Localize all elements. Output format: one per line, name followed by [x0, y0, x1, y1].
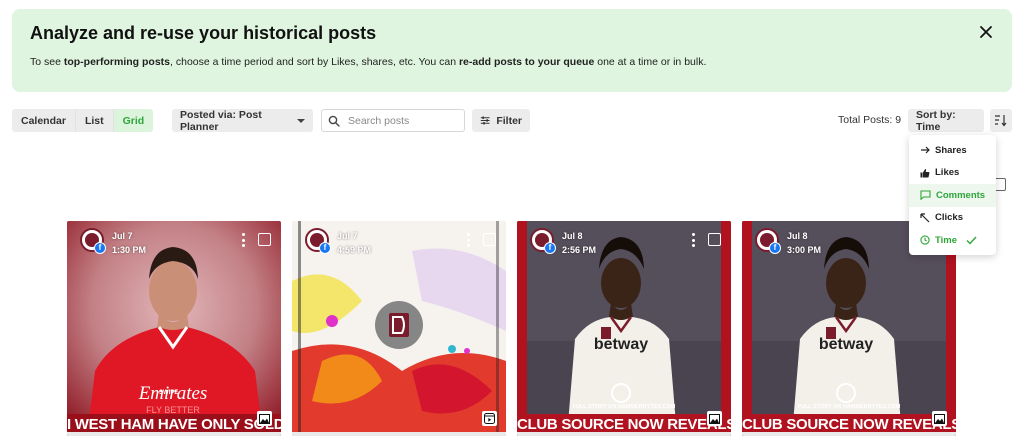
post-header: f Jul 7 4:59 PM: [305, 228, 371, 256]
select-checkbox[interactable]: [708, 233, 721, 246]
search-box: [321, 109, 465, 132]
banner-bold-part: top-performing posts: [63, 56, 171, 68]
sort-option-likes[interactable]: Likes: [909, 162, 996, 185]
post-header: f Jul 8 2:56 PM: [530, 228, 596, 256]
post-date: Jul 7: [112, 231, 133, 241]
facebook-icon: f: [769, 242, 781, 254]
comment-icon: [920, 190, 931, 201]
thumbs-up-icon: [920, 168, 930, 178]
posted-via-label: Posted via: Post Planner: [180, 108, 262, 133]
sort-descending-icon: [995, 115, 1007, 127]
sort-option-label: Clicks: [935, 212, 963, 224]
banner-text-part: , choose a time period and sort by Likes…: [170, 56, 459, 68]
posted-via-dropdown[interactable]: Posted via: Post Planner: [172, 108, 313, 133]
view-switcher: Calendar List Grid: [12, 109, 154, 132]
toolbar: Calendar List Grid Posted via: Post Plan…: [12, 108, 1012, 133]
sort-option-label: Comments: [936, 189, 986, 201]
sort-direction-button[interactable]: [990, 109, 1012, 132]
sort-option-time[interactable]: Time: [909, 229, 996, 252]
sort-option-shares[interactable]: Shares: [909, 139, 996, 162]
post-date: Jul 7: [337, 231, 358, 241]
post-time: 1:30 PM: [112, 245, 147, 255]
post-headline: CLUB SOURCE NOW REVEALS: [742, 416, 956, 433]
view-list-button[interactable]: List: [75, 109, 114, 132]
banner-title: Analyze and re-use your historical posts: [30, 23, 377, 43]
select-checkbox[interactable]: [258, 233, 271, 246]
cursor-icon: [920, 213, 930, 223]
sort-option-label: Shares: [935, 144, 967, 156]
post-header: f Jul 7 1:30 PM: [80, 228, 146, 256]
svg-text:betway: betway: [819, 336, 873, 353]
post-card[interactable]: f Jul 7 4:59 PM: [292, 221, 506, 436]
card-divider: [292, 432, 506, 436]
sort-option-clicks[interactable]: Clicks: [909, 207, 996, 230]
caret-down-icon: [297, 118, 305, 123]
sort-by-button[interactable]: Sort by: Time: [908, 109, 984, 133]
banner-text-part: one at a time or in bulk.: [594, 56, 707, 68]
sort-menu: Shares Likes Comments Clicks Time: [909, 135, 996, 255]
sort-option-label: Time: [935, 234, 958, 246]
page-avatar: f: [80, 228, 106, 254]
clock-icon: [920, 235, 930, 245]
post-date: Jul 8: [787, 231, 808, 241]
arrow-right-icon: [921, 146, 930, 154]
page: Analyze and re-use your historical posts…: [0, 0, 1024, 447]
banner-text: To see top-performing posts, choose a ti…: [30, 56, 706, 68]
page-avatar: f: [755, 228, 781, 254]
select-checkbox[interactable]: [483, 233, 496, 246]
swipe-label: SWIPE: [159, 390, 179, 396]
view-grid-button[interactable]: Grid: [113, 109, 154, 132]
image-type-icon: [932, 411, 947, 426]
post-time: 4:59 PM: [337, 245, 372, 255]
svg-text:betway: betway: [594, 336, 648, 353]
info-banner: Analyze and re-use your historical posts…: [12, 9, 1012, 92]
facebook-icon: f: [544, 242, 556, 254]
post-time: 2:56 PM: [562, 245, 597, 255]
post-card[interactable]: betway f Jul 8 2:56 PM FULL STORY ON HAM…: [517, 221, 731, 436]
post-headline: CLUB SOURCE NOW REVEALS THERE: [517, 416, 731, 433]
total-posts-count: Total Posts: 9: [838, 114, 902, 126]
page-avatar: f: [530, 228, 556, 254]
post-subline: FULL STORY ON HAMMERBYTES.COM: [572, 404, 676, 410]
checkmark-icon: [966, 236, 977, 245]
more-options-icon[interactable]: [466, 233, 470, 247]
sort-option-comments[interactable]: Comments: [909, 184, 996, 207]
post-card[interactable]: Emirates FLY BETTER f Jul 7 1:30 PM SWIP…: [67, 221, 281, 436]
post-headline: I WEST HAM HAVE ONLY SOLD: [67, 416, 281, 433]
filter-label: Filter: [496, 114, 522, 127]
facebook-icon: f: [94, 242, 106, 254]
facebook-icon: f: [319, 242, 331, 254]
filter-sliders-icon: [480, 116, 490, 125]
post-date: Jul 8: [562, 231, 583, 241]
image-type-icon: [257, 411, 272, 426]
search-input[interactable]: [348, 114, 456, 127]
sort-option-label: Likes: [935, 167, 960, 179]
page-avatar: f: [305, 228, 331, 254]
post-time: 3:00 PM: [787, 245, 822, 255]
post-subline: FULL STORY ON HAMMERBYTES.COM: [797, 404, 901, 410]
search-icon: [328, 115, 340, 127]
banner-bold-part: re-add posts to your queue: [458, 56, 595, 68]
select-all-checkbox[interactable]: [995, 178, 1006, 191]
post-header: f Jul 8 3:00 PM: [755, 228, 821, 256]
banner-text-part: To see: [30, 56, 64, 68]
image-type-icon: [707, 411, 722, 426]
filter-button[interactable]: Filter: [472, 109, 530, 132]
more-options-icon[interactable]: [691, 233, 695, 247]
view-calendar-button[interactable]: Calendar: [12, 109, 76, 132]
close-icon[interactable]: [978, 24, 994, 40]
reel-type-icon: [482, 411, 497, 426]
more-options-icon[interactable]: [241, 233, 245, 247]
